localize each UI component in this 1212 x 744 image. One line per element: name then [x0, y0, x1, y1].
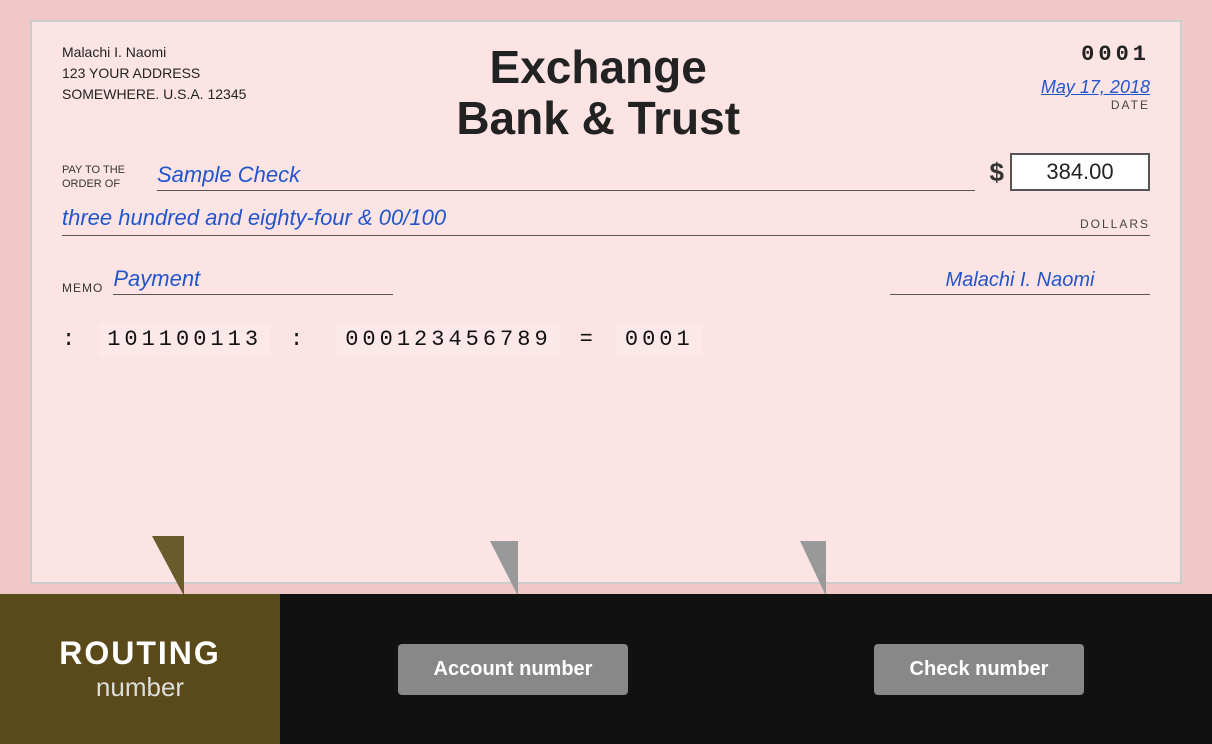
- pay-to-line: Sample Check: [157, 162, 975, 191]
- memo-label: MEMO: [62, 281, 103, 295]
- memo-line: Payment: [113, 266, 393, 295]
- address-line1: 123 YOUR ADDRESS: [62, 63, 246, 84]
- routing-subtitle: number: [96, 672, 184, 703]
- check-address: Malachi I. Naomi 123 YOUR ADDRESS SOMEWH…: [62, 42, 246, 105]
- memo-value: Payment: [113, 266, 200, 291]
- account-badge: Account number: [398, 644, 629, 695]
- signature-value: Malachi I. Naomi: [946, 269, 1095, 291]
- routing-title: ROUTING: [59, 635, 221, 672]
- dollars-label: DOLLARS: [1080, 217, 1150, 231]
- check-badge: Check number: [874, 644, 1085, 695]
- account-label-section: Account number: [280, 594, 746, 744]
- check-arrow: [800, 541, 826, 596]
- micr-delim1: :: [62, 327, 79, 352]
- address-line2: SOMEWHERE. U.S.A. 12345: [62, 84, 246, 105]
- written-amount-row: three hundred and eighty-four & 00/100 D…: [62, 205, 1150, 236]
- date-label: DATE: [1111, 98, 1150, 112]
- check-top-right: 0001 May 17, 2018 DATE: [950, 42, 1150, 112]
- amount-box: 384.00: [1010, 153, 1150, 191]
- check-body: Malachi I. Naomi 123 YOUR ADDRESS SOMEWH…: [30, 20, 1182, 584]
- memo-row: MEMO Payment Malachi I. Naomi: [62, 266, 1150, 295]
- account-arrow: [490, 541, 518, 596]
- dollar-box: $ 384.00: [990, 153, 1150, 191]
- signature-line: Malachi I. Naomi: [890, 269, 1150, 295]
- pay-to-row: PAY TO THEORDER OF Sample Check $ 384.00: [62, 153, 1150, 191]
- micr-account: 000123456789: [337, 323, 559, 356]
- pay-to-label: PAY TO THEORDER OF: [62, 163, 152, 192]
- date-value: May 17, 2018: [1041, 77, 1150, 98]
- micr-routing: 101100113: [99, 323, 270, 356]
- pay-to-name: Sample Check: [157, 162, 300, 187]
- micr-account-delim: =: [580, 327, 597, 352]
- memo-left: MEMO Payment: [62, 266, 393, 295]
- written-amount: three hundred and eighty-four & 00/100: [62, 205, 446, 231]
- check-label-section: Check number: [746, 594, 1212, 744]
- micr-row: : 101100113 : 000123456789 = 0001: [62, 323, 1150, 356]
- micr-delim2: :: [290, 327, 307, 352]
- routing-label: ROUTING number: [0, 594, 280, 744]
- owner-name: Malachi I. Naomi: [62, 42, 246, 63]
- dollar-sign: $: [990, 157, 1004, 188]
- check-number-top: 0001: [1081, 42, 1150, 67]
- bottom-area: ROUTING number Account number Check numb…: [0, 594, 1212, 744]
- routing-arrow: [152, 536, 184, 596]
- micr-check: 0001: [617, 323, 702, 356]
- bank-name: Exchange Bank & Trust: [456, 42, 740, 143]
- date-section: May 17, 2018 DATE: [1041, 77, 1150, 112]
